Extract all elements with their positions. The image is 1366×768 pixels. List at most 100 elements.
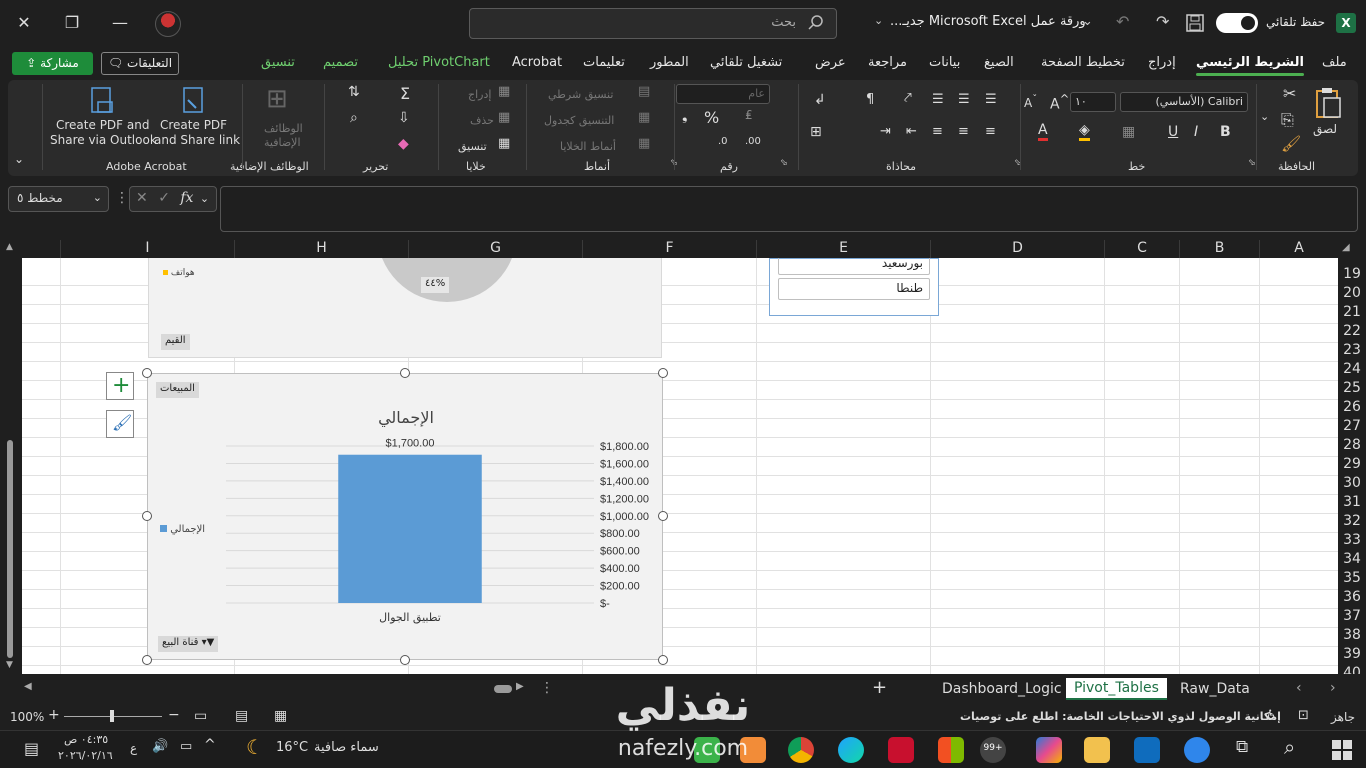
tab-developer[interactable]: المطور [650,55,689,70]
create-pdf-link-label-2[interactable]: and Share link [154,133,240,147]
undo-icon[interactable]: ↶ [1116,12,1129,31]
scroll-up-icon[interactable]: ▲ [6,242,13,252]
wrap-text-icon[interactable]: ↲ [814,92,826,108]
zoom-slider-thumb[interactable] [110,710,114,722]
fill-color-icon[interactable]: ◈ [1079,122,1090,141]
resize-handle[interactable] [400,368,410,378]
sheet-tab-raw-data[interactable]: Raw_Data [1180,681,1250,697]
autosave-toggle[interactable] [1216,13,1258,33]
sheet-tab-dashboard-logic[interactable]: Dashboard_Logic [942,681,1062,697]
row-header[interactable]: 25 [1338,380,1366,396]
copilot-icon[interactable] [1036,737,1062,763]
vertical-scroll-thumb[interactable] [7,440,13,658]
cancel-icon[interactable]: ✕ [136,190,148,206]
format-painter-icon[interactable]: 🖌 [1281,134,1301,153]
row-header[interactable]: 20 [1338,285,1366,301]
resize-handle[interactable] [142,511,152,521]
vertical-scrollbar[interactable]: ▲ ▼ [0,240,22,674]
enter-icon[interactable]: ✓ [158,190,170,206]
insert-cells-button[interactable]: إدراج [468,88,491,101]
addins-icon[interactable]: ⊞ [266,84,288,114]
row-header[interactable]: 37 [1338,608,1366,624]
column-header[interactable]: F [582,240,756,258]
font-color-icon[interactable]: A [1038,122,1048,141]
copy-dropdown-icon[interactable]: ⌄ [1260,110,1269,123]
comments-button[interactable]: 🗨 التعليقات [101,52,179,75]
page-layout-view-icon[interactable]: ▤ [235,708,248,724]
row-header[interactable]: 39 [1338,646,1366,662]
tab-split-icon[interactable]: ⋮ [540,680,554,696]
align-right-icon[interactable]: ≡ [985,124,996,139]
row-header[interactable]: 31 [1338,494,1366,510]
save-icon[interactable] [1186,14,1204,32]
italic-icon[interactable]: I [1194,124,1198,140]
tab-review[interactable]: مراجعة [868,55,907,70]
row-header[interactable]: 23 [1338,342,1366,358]
decrease-font-icon[interactable]: Aˇ [1024,94,1037,110]
taskbar-date[interactable]: ٢٠٢٦/٠٢/١٦ [58,749,113,762]
chat-icon[interactable] [1184,737,1210,763]
name-box[interactable]: مخطط ٥ ⌄ [8,186,109,212]
customize-qat-icon[interactable]: ⌄ [1082,14,1093,29]
notification-badge-app[interactable]: 99+ [980,737,1006,763]
chart-legend[interactable]: الإجمالي [160,524,205,535]
column-header[interactable]: B [1179,240,1259,258]
tab-format[interactable]: تنسيق [261,55,295,70]
paste-icon[interactable] [1314,86,1344,120]
format-cells-button[interactable]: تنسيق [458,140,487,153]
font-size-select[interactable]: ١٠ [1070,92,1116,112]
row-header[interactable]: 33 [1338,532,1366,548]
fx-dropdown-icon[interactable]: ⌄ [200,192,209,205]
redo-icon[interactable]: ↷ [1156,12,1169,31]
network-icon[interactable]: ▭ [180,739,192,754]
chrome-icon[interactable] [788,737,814,763]
font-name-select[interactable]: Calibri (الأساسي) [1120,92,1248,112]
tab-help[interactable]: تعليمات [583,55,625,70]
zoom-level[interactable]: 100% [10,710,44,724]
autosum-icon[interactable]: Σ [400,84,410,103]
decrease-indent-icon[interactable]: ⇤ [906,124,917,139]
worksheet-grid[interactable]: بورسعيد طنطا ٤٤% هواتف القيم + 🖌 المبيعا… [22,258,1338,674]
resize-handle[interactable] [658,655,668,665]
row-header[interactable]: 21 [1338,304,1366,320]
alignment-launcher-icon[interactable]: ⬂ [780,158,788,168]
next-sheet-icon[interactable]: › [1330,680,1336,696]
clear-icon[interactable]: ◆ [398,136,409,152]
store-icon[interactable] [938,737,964,763]
currency-icon[interactable]: ₤ [745,108,753,122]
row-header[interactable]: 34 [1338,551,1366,567]
prev-sheet-icon[interactable]: ‹ [1296,680,1302,696]
tab-automate[interactable]: تشغيل تلقائي [710,55,782,70]
tab-design[interactable]: تصميم [323,55,358,70]
tray-overflow-icon[interactable]: ^ [204,737,216,753]
delete-cells-button[interactable]: حذف [470,114,494,127]
tab-formulas[interactable]: الصيغ [984,55,1014,70]
normal-view-icon[interactable]: ▦ [274,708,287,724]
increase-decimal-icon[interactable]: .00 [745,136,761,147]
copy-icon[interactable]: ⎘ [1281,110,1294,130]
create-pdf-link-label-1[interactable]: Create PDF [160,118,227,132]
align-top-icon[interactable]: ☰ [985,92,997,107]
column-header[interactable]: H [234,240,408,258]
row-header[interactable]: 30 [1338,475,1366,491]
column-header[interactable]: D [930,240,1104,258]
underline-icon[interactable]: U [1168,124,1178,140]
language-indicator[interactable]: ع [130,741,137,755]
row-header[interactable]: 35 [1338,570,1366,586]
taskbar-search-icon[interactable]: ⌕ [1284,735,1295,759]
row-header[interactable]: 27 [1338,418,1366,434]
select-all-corner[interactable]: ◢ [1342,242,1350,253]
row-header[interactable]: 32 [1338,513,1366,529]
percent-icon[interactable]: % [704,108,719,127]
fill-icon[interactable]: ⇩ [398,110,410,126]
decrease-decimal-icon[interactable]: .0 [718,136,728,147]
increase-font-icon[interactable]: A^ [1050,92,1069,113]
align-bottom-icon[interactable]: ☰ [932,92,944,107]
slicer-item[interactable]: طنطا [778,278,930,300]
clipboard-launcher-icon[interactable]: ⬂ [1248,158,1256,168]
share-button[interactable]: ⇪ مشاركة [12,52,93,75]
name-box-dropdown-icon[interactable]: ⌄ [93,191,102,204]
scroll-down-icon[interactable]: ▼ [6,660,13,670]
tab-home[interactable]: الشريط الرئيسي [1196,55,1304,76]
scroll-right-icon[interactable]: ▶ [516,681,524,692]
